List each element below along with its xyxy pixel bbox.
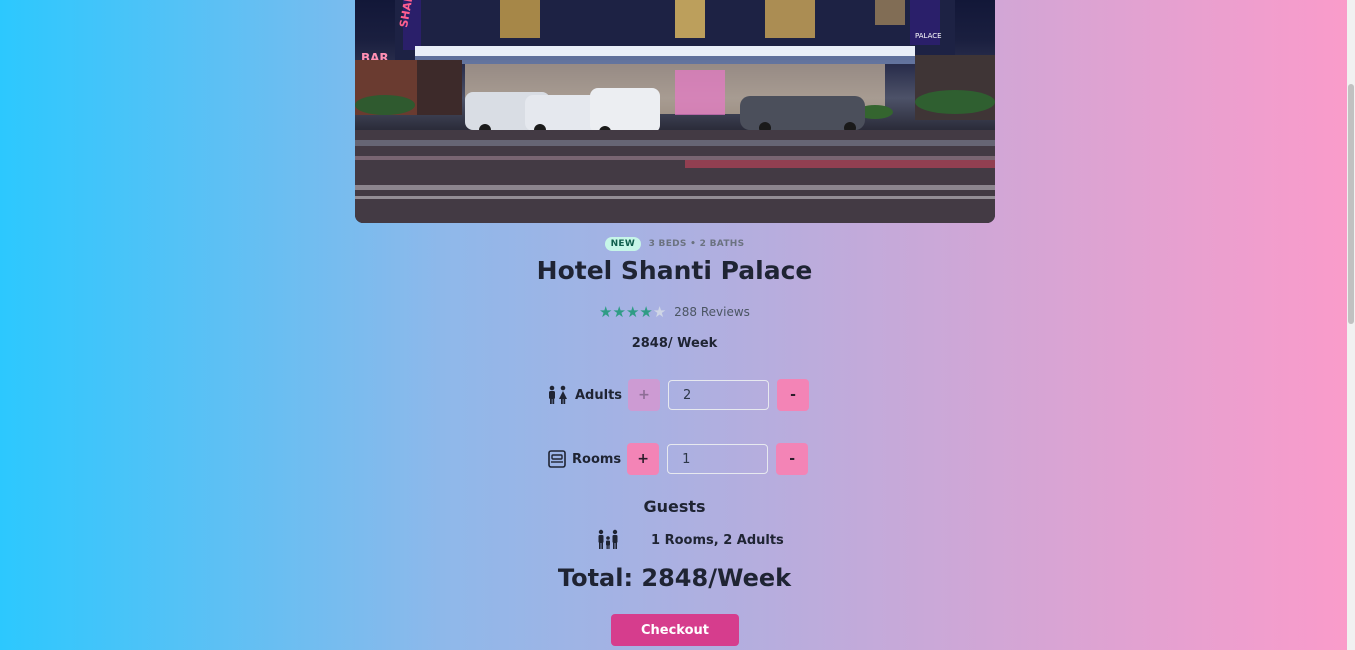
rooms-minus-button[interactable]: - [776,443,809,475]
total-price: Total: 2848/Week [557,564,792,592]
rooms-input[interactable] [667,444,769,474]
adults-input[interactable] [668,380,770,410]
star-icon: ★ [612,303,626,321]
adults-label: Adults [575,387,623,403]
star-empty-icon: ★ [652,303,667,321]
guests-summary-row: 1 Rooms, 2 Adults [597,529,784,551]
rooms-control: Rooms + - [548,443,809,475]
adults-control: Adults + - [547,379,810,411]
star-icon: ★ [625,303,640,321]
adults-minus-button[interactable]: - [777,379,810,411]
new-badge: NEW [604,237,642,251]
star-icon: ★ [599,303,613,321]
reviews-count: 288 Reviews [674,305,750,319]
beds-baths-text: 3 BEDS • 2 BATHS [648,239,745,249]
hotel-photo: SHANTI PALACE BAR [355,0,995,223]
adults-icon [547,385,569,405]
star-rating: ★★★★★ [599,303,666,321]
family-icon [597,529,619,551]
page-scrollbar[interactable] [1347,0,1355,650]
listing-meta: NEW 3 BEDS • 2 BATHS [0,237,1349,251]
rooms-plus-button[interactable]: + [627,443,660,475]
bed-icon [548,450,566,468]
star-icon: ★ [639,303,653,321]
guests-heading: Guests [643,497,706,516]
price-per-week: 2848/ Week [631,336,718,351]
palace-sign: PALACE [915,32,942,40]
rating-row: ★★★★★ 288 Reviews [0,303,1349,321]
scrollbar-thumb[interactable] [1348,84,1354,324]
hotel-title: Hotel Shanti Palace [536,256,813,285]
checkout-button[interactable]: Checkout [611,614,739,646]
guests-summary: 1 Rooms, 2 Adults [651,532,784,548]
rooms-label: Rooms [572,451,622,467]
adults-plus-button[interactable]: + [628,379,661,411]
